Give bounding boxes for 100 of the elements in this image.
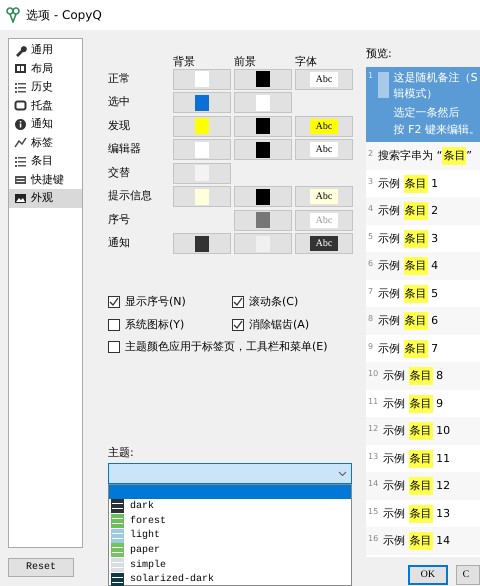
- foreground-color-button[interactable]: [234, 92, 292, 113]
- sidebar-item[interactable]: 托盘: [9, 96, 82, 115]
- foreground-color-button[interactable]: [234, 233, 292, 254]
- item-text: 示例 条目 12: [383, 477, 450, 495]
- theme-combo[interactable]: [108, 463, 352, 484]
- cancel-button[interactable]: C: [456, 564, 480, 584]
- checkbox[interactable]: [232, 318, 244, 331]
- preview-item[interactable]: 2 搜索字串为 “条目”: [366, 142, 480, 170]
- sidebar-item[interactable]: 标签: [9, 134, 82, 152]
- reset-button[interactable]: Reset: [8, 558, 74, 577]
- preview-item[interactable]: 15 示例 条目 13: [366, 500, 480, 528]
- foreground-color-button[interactable]: [234, 139, 292, 160]
- item-text: 示例 条目 7: [378, 340, 438, 358]
- item-text: 示例 条目 9: [383, 394, 444, 412]
- column-header: 字体: [295, 54, 318, 66]
- row-label: 序号: [108, 212, 131, 228]
- checkbox-label: 滚动条(C): [249, 294, 298, 310]
- preview-item[interactable]: 4 示例 条目 2: [366, 197, 480, 225]
- item-number: 4: [368, 203, 374, 216]
- preview-item[interactable]: 10 示例 条目 8: [366, 362, 480, 390]
- item-number: 9: [368, 340, 374, 353]
- sidebar-item[interactable]: 通知: [9, 115, 82, 134]
- item-number: 16: [368, 533, 378, 546]
- item-number: 10: [368, 368, 378, 380]
- checkbox[interactable]: [108, 341, 120, 354]
- column-header: 前景: [234, 54, 257, 66]
- item-number: 12: [368, 423, 378, 436]
- preview-item[interactable]: 5 示例 条目 3: [366, 224, 480, 252]
- font-button[interactable]: Abc: [295, 68, 353, 90]
- background-color-button[interactable]: [173, 68, 231, 90]
- font-button[interactable]: Abc: [295, 233, 353, 254]
- sidebar-item[interactable]: 通用: [9, 41, 82, 60]
- item-text: 示例 条目 2: [378, 202, 438, 220]
- item-number: 14: [368, 478, 378, 490]
- item-number: 11: [368, 396, 378, 408]
- sidebar-item[interactable]: 历史: [9, 78, 82, 96]
- background-color-button[interactable]: [173, 116, 231, 136]
- foreground-color-button[interactable]: [234, 68, 292, 90]
- item-number: 8: [368, 313, 374, 326]
- background-color-button[interactable]: [173, 233, 231, 254]
- dropdown-option[interactable]: solarized-dark: [109, 572, 351, 586]
- background-color-button[interactable]: [173, 186, 231, 207]
- item-text: 示例 条目 10: [383, 422, 450, 440]
- checkbox-label: 显示序号(N): [125, 294, 186, 310]
- dropdown-option[interactable]: simple: [109, 558, 351, 572]
- item-text: 示例 条目 11: [383, 450, 450, 468]
- sidebar-item[interactable]: 快捷键: [9, 170, 82, 189]
- item-number: 2: [368, 148, 374, 160]
- dropdown-option[interactable]: dark: [109, 499, 351, 514]
- checkbox-label: 系统图标(Y): [125, 316, 184, 332]
- dropdown-option[interactable]: light: [109, 528, 351, 544]
- note-hint: 选定一条然后 按 F2 键来编辑。: [394, 105, 480, 138]
- background-color-button[interactable]: [173, 162, 231, 184]
- background-color-button[interactable]: [173, 92, 231, 113]
- checkbox-label: 消除锯齿(A): [249, 316, 310, 332]
- preview-item[interactable]: 13 示例 条目 11: [366, 444, 480, 472]
- preview-item[interactable]: 7 示例 条目 5: [366, 280, 480, 308]
- tray-icon: [14, 99, 27, 112]
- checkbox-label: 主题颜色应用于标签页，工具栏和菜单(E): [125, 339, 328, 355]
- font-button[interactable]: Abc: [295, 186, 353, 207]
- item-text: 示例 条目 5: [378, 284, 438, 302]
- font-button[interactable]: Abc: [295, 116, 353, 136]
- sidebar-item[interactable]: 条目: [9, 152, 82, 170]
- background-color-button[interactable]: [173, 139, 231, 160]
- preview-item[interactable]: 14 示例 条目 12: [366, 472, 480, 500]
- foreground-color-button[interactable]: [234, 116, 292, 136]
- foreground-color-button[interactable]: [234, 186, 292, 207]
- window-title: 选项 - CopyQ: [26, 7, 102, 24]
- sidebar-item[interactable]: 布局: [9, 60, 82, 78]
- preview-item[interactable]: 11 示例 条目 9: [366, 390, 480, 418]
- row-label: 通知: [108, 235, 131, 252]
- checkbox[interactable]: [108, 318, 120, 331]
- note-text: 这是随机备注（S 辑模式）: [394, 70, 479, 102]
- list-icon: [14, 80, 27, 94]
- row-label: 提示信息: [108, 188, 153, 204]
- dropdown-option[interactable]: forest: [109, 514, 351, 528]
- preview-item[interactable]: 3 示例 条目 1: [366, 170, 480, 198]
- image-icon: [14, 192, 27, 205]
- checkbox[interactable]: [232, 296, 244, 308]
- foreground-color-button[interactable]: [234, 210, 292, 230]
- app-icon: [6, 7, 20, 23]
- item-text: 示例 条目 4: [378, 257, 438, 275]
- sidebar-item[interactable]: 外观: [9, 189, 82, 208]
- preview-item[interactable]: 8 示例 条目 6: [366, 307, 480, 335]
- item-number: 15: [368, 506, 378, 518]
- row-label: 编辑器: [108, 141, 142, 158]
- font-button[interactable]: Abc: [295, 139, 353, 160]
- preview-item[interactable]: 9 示例 条目 7: [366, 334, 480, 362]
- item-text: 示例 条目 13: [383, 504, 450, 522]
- preview-item[interactable]: 12 示例 条目 10: [366, 417, 480, 445]
- item-text: 搜索字串为 “条目”: [378, 147, 472, 165]
- dropdown-option[interactable]: paper: [109, 543, 351, 558]
- item-text: 示例 条目 14: [383, 532, 450, 550]
- checkbox[interactable]: [108, 296, 120, 308]
- item-number: 5: [368, 230, 374, 243]
- preview-label: 预览:: [366, 46, 393, 62]
- preview-item[interactable]: 16 示例 条目 14: [366, 527, 480, 555]
- ok-button[interactable]: OK: [408, 564, 448, 584]
- column-header: 背景: [173, 54, 196, 66]
- preview-item[interactable]: 6 示例 条目 4: [366, 252, 480, 280]
